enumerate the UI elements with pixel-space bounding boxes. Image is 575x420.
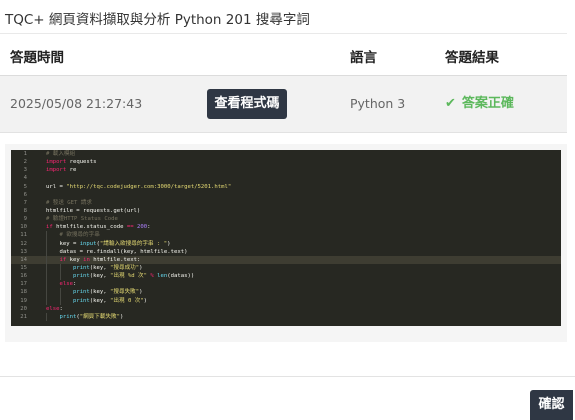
code-text: # 載入模組 (46, 151, 76, 157)
code-line: 7 # 發送 GET 請求 (11, 199, 561, 207)
code-line: 19 print(key, "出現 0 次") (11, 296, 561, 305)
code-text: print(key, "出現 0 次") (72, 297, 148, 304)
code-line: 14 if key in htmlfile.text: (11, 255, 561, 264)
result-status: ✔ 答案正確 (445, 76, 514, 132)
line-number: 13 (20, 248, 27, 255)
line-number: 7 (23, 199, 27, 206)
line-number: 4 (23, 175, 27, 182)
code-text: url = "http://tqc.codejudger.com:3000/ta… (46, 183, 232, 190)
line-number: 8 (23, 207, 27, 214)
code-text: print(key, "出現 %d 次" % len(datas)) (72, 273, 195, 280)
code-line: 5 url = "http://tqc.codejudger.com:3000/t… (11, 183, 561, 191)
check-icon: ✔ (445, 96, 456, 111)
line-number: 14 (20, 256, 27, 263)
code-text: datas = re.findall(key, htmlfile.text) (46, 248, 188, 255)
confirm-button[interactable]: 確認 (530, 390, 573, 420)
code-line: 6 (11, 191, 561, 199)
code-line: 9 # 驗證HTTP Status Code (11, 215, 561, 223)
code-line: 1 # 載入模組 (11, 150, 561, 158)
code-line: 18 print(key, "搜尋失敗") (11, 288, 561, 297)
line-number: 18 (20, 289, 27, 296)
code-text: # 驗證HTTP Status Code (46, 216, 118, 223)
code-line: 4 (11, 174, 561, 182)
code-text: print(key, "搜尋成功") (72, 264, 143, 271)
code-viewer[interactable]: 1 # 載入模組 2 import requests 3 import re 4 5 url =… (11, 150, 561, 326)
header-answer-time: 答題時間 (10, 50, 64, 66)
line-number: 12 (20, 240, 27, 247)
header-language: 語言 (350, 50, 377, 66)
code-text: else: (59, 281, 77, 288)
code-text: else: (46, 305, 63, 312)
code-line: 8 htmlfile = requests.get(url) (11, 207, 561, 215)
line-number: 5 (23, 183, 27, 190)
page-title: TQC+ 網頁資料擷取與分析 Python 201 搜尋字詞 (5, 12, 310, 28)
code-text: htmlfile = requests.get(url) (46, 207, 141, 214)
code-line: 16 print(key, "出現 %d 次" % len(datas)) (11, 272, 561, 281)
line-number: 6 (23, 191, 27, 198)
code-text: print(key, "搜尋失敗") (72, 289, 143, 296)
line-number: 9 (23, 216, 27, 223)
table-row: 2025/05/08 21:27:43 查看程式碼 Python 3 ✔ 答案正確 (0, 76, 567, 133)
line-number: 17 (20, 281, 27, 288)
line-number: 11 (20, 232, 27, 239)
code-text: if htmlfile.status_code == 200: (46, 224, 151, 231)
line-number: 2 (23, 159, 27, 166)
code-line: 21 print("網頁下載失敗") (11, 312, 561, 321)
code-line: 17 else: (11, 280, 561, 289)
code-panel: 1 # 載入模組 2 import requests 3 import re 4 5 url =… (5, 144, 567, 342)
line-number: 19 (20, 297, 27, 304)
line-number: 10 (20, 224, 27, 231)
code-text: import requests (46, 159, 97, 166)
line-number: 16 (20, 273, 27, 280)
title-divider (0, 33, 567, 34)
line-number: 15 (20, 264, 27, 271)
code-text: import re (46, 167, 77, 174)
code-text: print("網頁下載失敗") (59, 313, 124, 320)
footer-divider (0, 376, 575, 377)
code-line: 11 # 欲搜尋的字串 (11, 231, 561, 240)
submission-dialog: TQC+ 網頁資料擷取與分析 Python 201 搜尋字詞 答題時間 語言 答… (0, 0, 575, 420)
line-number: 1 (23, 151, 27, 157)
code-line: 12 key = input("請輸入欲搜尋的字串 : ") (11, 239, 561, 248)
answer-time: 2025/05/08 21:27:43 (10, 96, 143, 111)
language-value: Python 3 (350, 96, 406, 111)
code-line: 20 else: (11, 305, 561, 313)
header-result: 答題結果 (445, 50, 499, 66)
result-text: 答案正確 (461, 96, 514, 111)
code-text: if key in htmlfile.text: (59, 256, 141, 263)
code-text: key = input("請輸入欲搜尋的字串 : ") (46, 240, 171, 247)
line-number: 21 (20, 313, 27, 320)
line-number: 20 (20, 305, 27, 312)
code-text: # 欲搜尋的字串 (59, 232, 100, 239)
line-number: 3 (23, 167, 27, 174)
code-line: 10 if htmlfile.status_code == 200: (11, 223, 561, 231)
code-text: # 發送 GET 請求 (46, 199, 92, 206)
code-line: 3 import re (11, 166, 561, 174)
code-line: 15 print(key, "搜尋成功") (11, 263, 561, 273)
view-code-button[interactable]: 查看程式碼 (207, 89, 287, 119)
code-line: 2 import requests (11, 158, 561, 166)
code-line: 13 datas = re.findall(key, htmlfile.text… (11, 247, 561, 256)
